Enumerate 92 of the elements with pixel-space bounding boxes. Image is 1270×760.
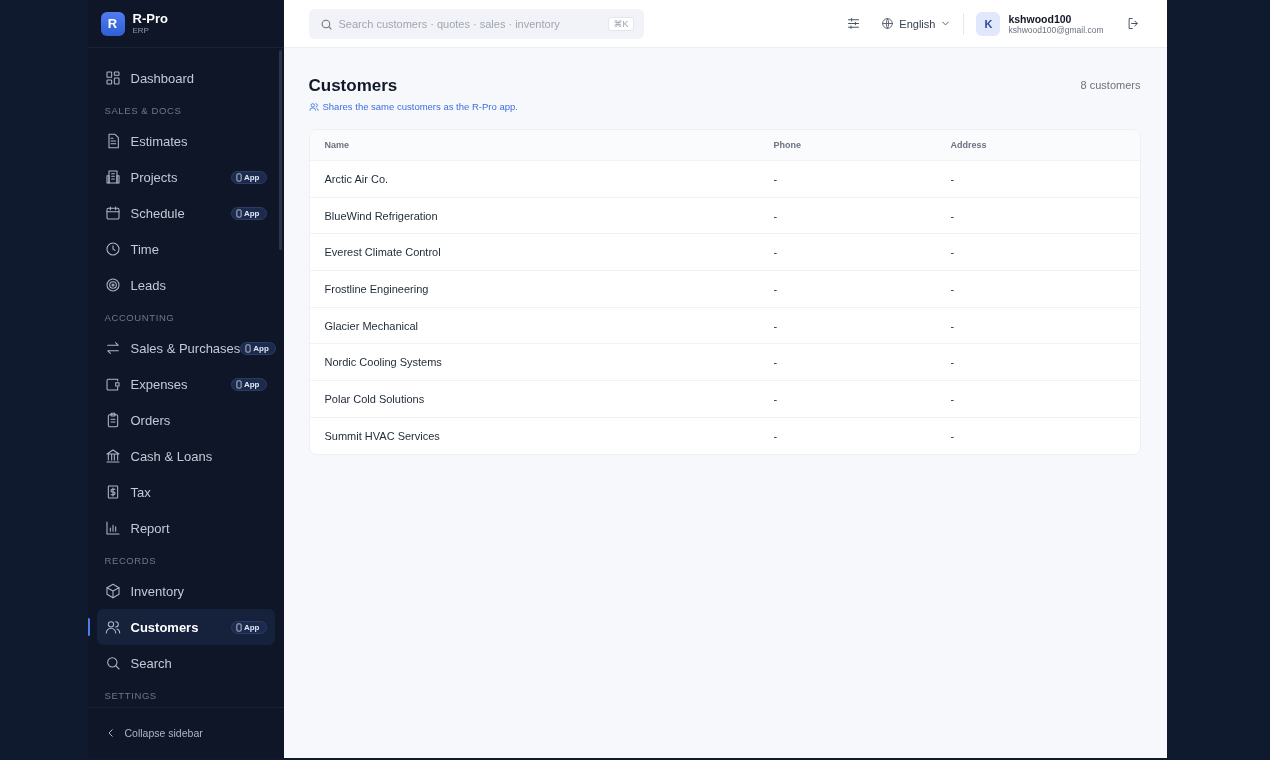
- table-cell-text: -: [773, 172, 779, 185]
- sidebar-item[interactable]: Estimates: [96, 123, 275, 159]
- sidebar-item[interactable]: Schedule App: [96, 195, 275, 231]
- collapse-sidebar-button[interactable]: Collapse sidebar: [87, 707, 284, 758]
- language-dropdown[interactable]: English: [881, 17, 952, 30]
- calendar-icon: [104, 205, 121, 221]
- box-icon: [104, 583, 121, 599]
- sidebar-item[interactable]: Expenses App: [96, 366, 275, 402]
- table-cell-text: -: [950, 282, 956, 295]
- table-cell-text: -: [950, 429, 956, 442]
- arrows-icon: [104, 340, 121, 356]
- bank-icon: [104, 448, 121, 464]
- customer-count: 8 customers: [1080, 79, 1141, 91]
- sidebar-item[interactable]: Sales & Purchases App: [96, 330, 275, 366]
- table-cell-text: -: [773, 246, 779, 259]
- table-cell-text: Frostline Engineering: [324, 282, 430, 295]
- table-row[interactable]: Frostline Engineering - -: [309, 270, 1140, 307]
- search-icon: [104, 655, 121, 671]
- sidebar-item[interactable]: Inventory: [96, 573, 275, 609]
- table-cell-text: -: [950, 319, 956, 332]
- table-cell-text: -: [773, 319, 779, 332]
- table-cell-text: -: [773, 209, 779, 222]
- column-header: Phone: [773, 140, 802, 150]
- building-icon: [104, 169, 121, 185]
- section-heading: ACCOUNTING: [103, 311, 176, 325]
- app-name: R-Pro: [132, 12, 168, 26]
- user-email: kshwood100@gmail.com: [1008, 24, 1104, 35]
- table-cell-text: -: [773, 392, 779, 405]
- info-note: Shares the same customers as the R-Pro app.: [322, 101, 518, 112]
- sidebar-item[interactable]: Time: [96, 231, 275, 267]
- table-row[interactable]: Arctic Air Co. - -: [309, 160, 1140, 197]
- table-cell-text: Summit HVAC Services: [324, 429, 441, 442]
- sidebar-item[interactable]: Search: [96, 645, 275, 681]
- table-cell-text: -: [950, 246, 956, 259]
- section-heading: SALES & DOCS: [103, 104, 183, 118]
- app-badge: App: [230, 170, 267, 184]
- table-cell-text: BlueWind Refrigeration: [324, 209, 439, 222]
- clock-icon: [104, 241, 121, 257]
- sidebar-item[interactable]: Orders: [96, 402, 275, 438]
- sidebar-item[interactable]: Leads: [96, 267, 275, 303]
- phone-icon: [235, 172, 242, 182]
- phone-icon: [235, 622, 242, 632]
- target-icon: [104, 277, 121, 293]
- page-title: Customers: [308, 76, 399, 96]
- logo: R: [100, 11, 125, 36]
- sidebar-item[interactable]: Tax: [96, 474, 275, 510]
- table-row[interactable]: BlueWind Refrigeration - -: [309, 196, 1140, 234]
- users-icon: [308, 101, 319, 112]
- avatar: K: [976, 11, 1001, 36]
- table-row[interactable]: Everest Climate Control - -: [309, 233, 1140, 271]
- table-cell-text: Arctic Air Co.: [324, 172, 390, 185]
- table-cell-text: Everest Climate Control: [324, 246, 442, 259]
- section-heading: RECORDS: [103, 554, 158, 568]
- table-cell-text: Nordic Cooling Systems: [324, 356, 443, 369]
- table-row[interactable]: Summit HVAC Services - -: [309, 416, 1140, 454]
- table-row[interactable]: Polar Cold Solutions - -: [309, 380, 1140, 417]
- table-cell-text: Polar Cold Solutions: [324, 392, 426, 405]
- phone-icon: [245, 343, 252, 353]
- column-header: Address: [950, 140, 988, 150]
- table-cell-text: -: [773, 282, 779, 295]
- table-cell-text: -: [950, 209, 956, 222]
- app-badge: App: [230, 206, 267, 220]
- users-icon: [104, 619, 121, 635]
- user-name: kshwood100: [1008, 12, 1073, 25]
- logout-icon[interactable]: [1125, 16, 1141, 31]
- table-cell-text: Glacier Mechanical: [324, 319, 420, 332]
- table-cell-text: -: [773, 356, 779, 369]
- settings-icon[interactable]: [846, 16, 862, 31]
- sidebar-item[interactable]: Cash & Loans: [96, 438, 275, 474]
- sidebar-item[interactable]: Report: [96, 510, 275, 546]
- app-badge: App: [230, 377, 267, 391]
- wallet-icon: [104, 376, 121, 392]
- column-header: Name: [324, 140, 350, 150]
- app-badge: App: [230, 620, 267, 634]
- app-badge: App: [240, 341, 276, 355]
- app-subtitle: ERP: [132, 26, 150, 35]
- sidebar-item[interactable]: Projects App: [96, 159, 275, 195]
- table-row[interactable]: Nordic Cooling Systems - -: [309, 343, 1140, 381]
- table-row[interactable]: Glacier Mechanical - -: [309, 306, 1140, 344]
- scrollbar[interactable]: [278, 50, 282, 250]
- phone-icon: [235, 208, 242, 218]
- table-cell-text: -: [950, 172, 956, 185]
- phone-icon: [235, 379, 242, 389]
- table-cell-text: -: [950, 356, 956, 369]
- search-icon: [319, 17, 333, 31]
- section-heading: SETTINGS: [103, 689, 158, 703]
- globe-icon: [881, 17, 895, 30]
- table-cell-text: -: [773, 429, 779, 442]
- table-cell-text: -: [950, 392, 956, 405]
- grid-icon: [104, 70, 121, 86]
- sidebar-item[interactable]: Dashboard: [96, 60, 275, 96]
- bar-chart-icon: [104, 520, 121, 536]
